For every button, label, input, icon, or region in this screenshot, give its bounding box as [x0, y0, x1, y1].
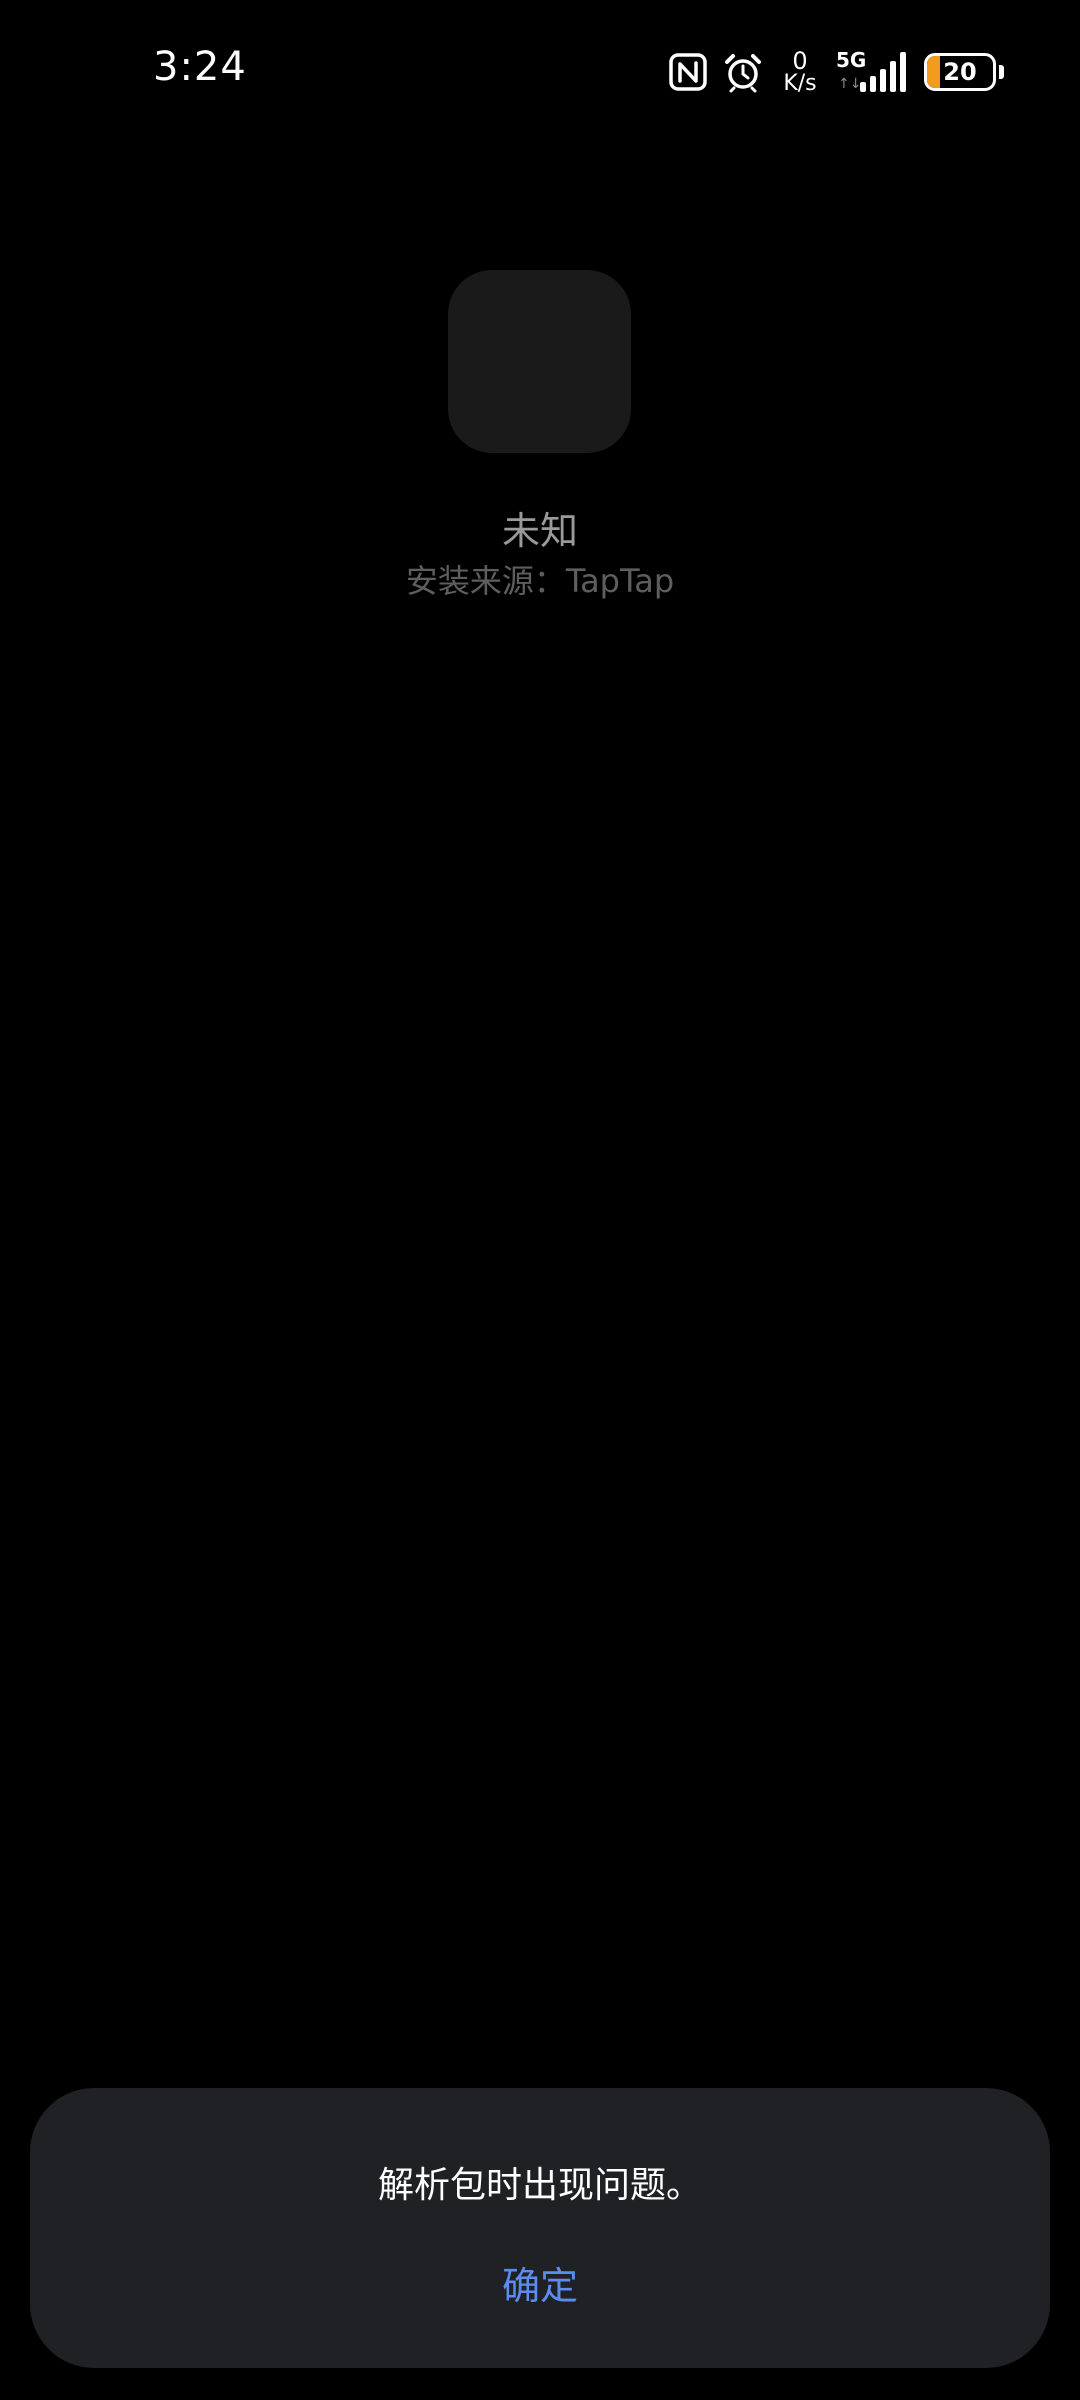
net-speed-value: 0	[792, 47, 808, 75]
net-speed: 0 K/s	[778, 49, 822, 95]
net-speed-unit: K/s	[783, 71, 817, 96]
nfc-icon	[668, 52, 708, 92]
status-icons: 0 K/s 5G ↑↓ 20	[668, 46, 1004, 98]
battery: 20	[924, 53, 996, 91]
app-icon-placeholder	[448, 270, 631, 453]
battery-icon: 20	[924, 53, 1004, 91]
install-source: 安装来源：TapTap	[405, 562, 675, 600]
status-time: 3:24	[153, 44, 247, 90]
battery-level: 20	[943, 58, 977, 86]
app-name: 未知	[501, 509, 578, 553]
dialog-message: 解析包时出现问题。	[377, 2165, 702, 2206]
alarm-icon	[722, 51, 764, 93]
status-bar: 3:24 0 K/s 5G ↑↓ 20	[0, 0, 1080, 145]
confirm-button[interactable]: 确定	[390, 2250, 690, 2322]
battery-tip	[999, 65, 1004, 79]
error-dialog: 解析包时出现问题。 确定	[30, 2088, 1050, 2368]
signal-icon: 5G ↑↓	[836, 46, 910, 98]
